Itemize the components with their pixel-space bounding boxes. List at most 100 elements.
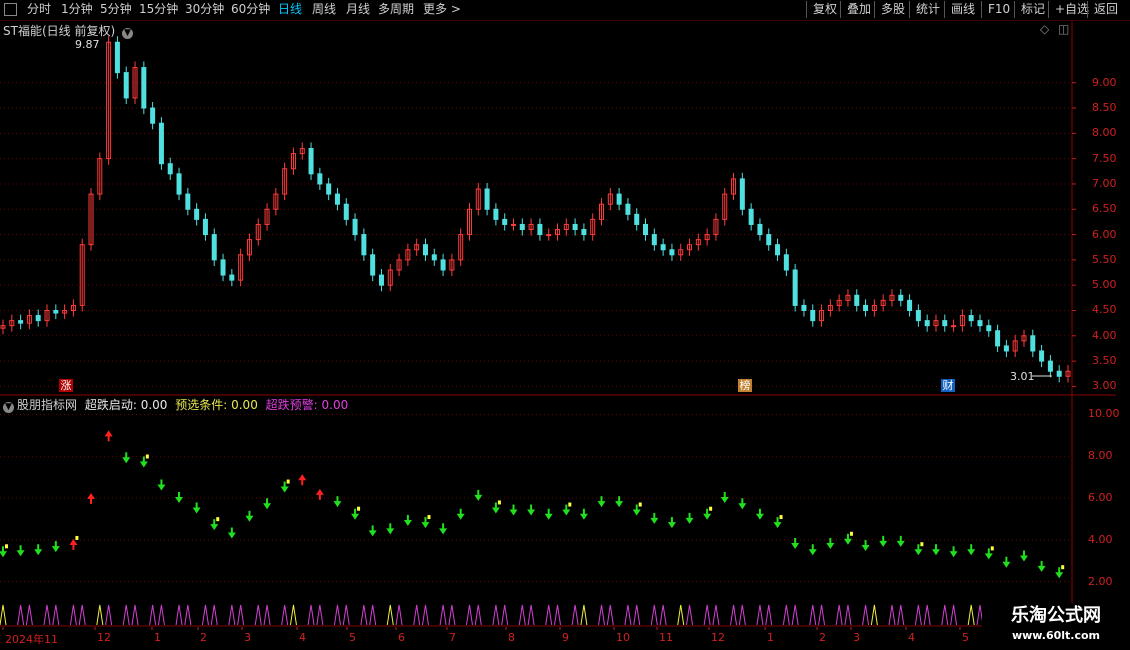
- period-fenshi[interactable]: 分时: [27, 1, 51, 18]
- spike-signal: [237, 604, 245, 626]
- candle-body: [1047, 360, 1053, 372]
- stats-button[interactable]: 统计: [909, 1, 940, 18]
- candle-body: [378, 274, 384, 286]
- candle-body: [123, 72, 129, 99]
- candle-body: [792, 269, 798, 306]
- candle-body: [229, 274, 235, 281]
- candle-body: [141, 67, 147, 109]
- diamond-icon[interactable]: ◇: [1040, 22, 1049, 36]
- spike-signal: [316, 604, 324, 626]
- candle-body: [1003, 345, 1009, 352]
- period-weekly[interactable]: 周线: [312, 1, 336, 18]
- candle-body: [915, 309, 921, 322]
- candle-body: [150, 107, 156, 124]
- period-daily[interactable]: 日线: [278, 1, 302, 18]
- side-info-strip: [1116, 20, 1130, 630]
- date-tick-label: 3: [853, 631, 860, 644]
- period-1min[interactable]: 1分钟: [61, 1, 93, 18]
- date-tick-label: 2: [200, 631, 207, 644]
- price-tick-label: 3.50: [1092, 354, 1117, 368]
- watermark-url: www.60lt.com: [1011, 629, 1101, 642]
- candlestick-series: [0, 36, 1071, 383]
- back-button[interactable]: 返回: [1087, 1, 1118, 18]
- spike-signal: [967, 604, 975, 626]
- stock-title: ST福能(日线 前复权): [3, 24, 116, 38]
- spike-signal: [554, 604, 561, 626]
- menu-toggle-icon[interactable]: [4, 3, 17, 16]
- spike-signal: [782, 604, 790, 626]
- candle-body: [660, 244, 666, 251]
- candle-body: [854, 294, 860, 306]
- indicator-options-icon[interactable]: ▼: [3, 402, 14, 413]
- mark-button[interactable]: 标记: [1014, 1, 1045, 18]
- panel-layout-icon[interactable]: ◫: [1058, 22, 1069, 36]
- yellow-signal: [497, 500, 501, 505]
- down-arrow: [403, 519, 412, 526]
- spike-signal: [360, 604, 368, 626]
- down-arrow: [386, 528, 395, 535]
- spike-signal: [677, 604, 685, 626]
- candle-body: [581, 229, 587, 236]
- f10-button[interactable]: F10: [981, 1, 1010, 18]
- candle-body: [211, 234, 217, 261]
- add-watchlist-button[interactable]: +自选: [1048, 1, 1089, 18]
- indicator-item-3: 超跌预警: 0.00: [265, 398, 349, 412]
- indicator-tick-label: 10.00: [1088, 407, 1120, 421]
- down-arrow: [544, 513, 553, 520]
- period-60min[interactable]: 60分钟: [231, 1, 270, 18]
- spike-signal: [465, 604, 473, 626]
- spike-signal: [78, 604, 86, 626]
- period-5min[interactable]: 5分钟: [100, 1, 132, 18]
- kline-chart[interactable]: [0, 20, 1130, 630]
- down-arrow: [263, 503, 272, 510]
- candle-body: [537, 223, 543, 236]
- multi-stock-button[interactable]: 多股: [874, 1, 905, 18]
- price-tick-label: 3.00: [1092, 379, 1117, 393]
- overlay-button[interactable]: 叠加: [840, 1, 871, 18]
- candle-body: [546, 234, 552, 237]
- spike-signal: [518, 604, 526, 626]
- yellow-signal: [286, 479, 290, 484]
- down-arrow: [122, 457, 131, 464]
- period-more[interactable]: 更多 >: [423, 1, 461, 18]
- period-multi[interactable]: 多周期: [378, 1, 414, 18]
- spike-signal: [474, 604, 482, 626]
- down-arrow: [351, 513, 360, 520]
- spike-signal: [730, 604, 738, 626]
- spike-signal: [950, 604, 958, 626]
- period-15min[interactable]: 15分钟: [139, 1, 178, 18]
- down-arrow: [914, 549, 923, 556]
- down-arrow: [632, 509, 641, 516]
- candle-body: [810, 309, 816, 322]
- down-arrow: [245, 515, 254, 522]
- chart-options-icon[interactable]: ▼: [121, 28, 133, 39]
- spike-signal: [492, 604, 500, 626]
- spike-signal: [386, 604, 394, 626]
- candle-body: [651, 234, 657, 246]
- period-monthly[interactable]: 月线: [346, 1, 370, 18]
- fuquan-button[interactable]: 复权: [806, 1, 837, 18]
- period-30min[interactable]: 30分钟: [185, 1, 224, 18]
- limit-up-marker[interactable]: 涨: [59, 379, 73, 392]
- candle-body: [158, 122, 164, 165]
- candle-body: [317, 173, 323, 185]
- down-arrow: [738, 503, 747, 510]
- indicator-signals: [0, 430, 1065, 579]
- candle-body: [1030, 335, 1036, 352]
- rank-marker[interactable]: 榜: [738, 379, 752, 392]
- date-tick-label: 9: [562, 631, 569, 644]
- candle-body: [1056, 370, 1062, 377]
- date-tick-label: 5: [349, 631, 356, 644]
- draw-line-button[interactable]: 画线: [944, 1, 975, 18]
- down-arrow: [597, 501, 606, 508]
- down-arrow: [491, 507, 500, 514]
- candle-body: [502, 218, 508, 225]
- price-tick-label: 4.00: [1092, 328, 1117, 342]
- date-tick-label: 4: [299, 631, 306, 644]
- down-arrow: [579, 513, 588, 520]
- spike-signal: [307, 604, 315, 626]
- finance-marker[interactable]: 财: [941, 379, 955, 392]
- price-tick-label: 8.00: [1092, 126, 1117, 140]
- date-tick-label: 1: [154, 631, 161, 644]
- period-toolbar: 分时 1分钟 5分钟 15分钟 30分钟 60分钟 日线 周线 月线 多周期 更…: [0, 0, 1130, 21]
